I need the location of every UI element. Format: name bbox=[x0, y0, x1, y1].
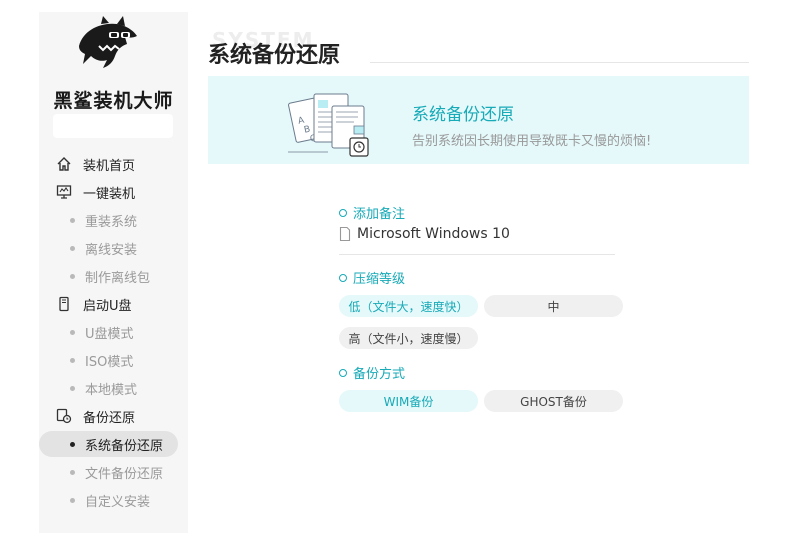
backup-restore-icon bbox=[56, 408, 72, 424]
section-heading-label: 备份方式 bbox=[353, 367, 406, 382]
circle-bullet-icon bbox=[339, 273, 347, 282]
documents-illustration-icon: A B C bbox=[288, 93, 369, 157]
divider bbox=[370, 62, 749, 63]
bullet-icon bbox=[70, 218, 75, 223]
circle-bullet-icon bbox=[339, 208, 347, 217]
app-window: 黑鲨装机大师 装机首页 一键装机 重装系统 离线安装 制作离线包 启动U盘 U盘… bbox=[0, 0, 800, 533]
bullet-icon bbox=[70, 386, 75, 391]
sidebar-item-label: 备份还原 bbox=[83, 410, 136, 426]
sidebar-item-usb-mode[interactable]: U盘模式 bbox=[39, 318, 188, 346]
sidebar-item-label: 重装系统 bbox=[85, 214, 138, 230]
sidebar-item-label: 本地模式 bbox=[85, 382, 138, 398]
bullet-icon bbox=[70, 358, 75, 363]
compression-option-medium[interactable]: 中 bbox=[484, 295, 623, 317]
sidebar-item-boot-usb[interactable]: 启动U盘 bbox=[39, 290, 188, 318]
compression-option-high[interactable]: 高（文件小，速度慢） bbox=[339, 327, 478, 349]
sidebar-item-label: 文件备份还原 bbox=[85, 466, 164, 482]
bullet-icon bbox=[70, 442, 75, 447]
sidebar-item-backup-restore[interactable]: 备份还原 bbox=[39, 402, 188, 430]
banner-title: 系统备份还原 bbox=[412, 105, 514, 125]
sidebar-item-make-offline-package[interactable]: 制作离线包 bbox=[39, 262, 188, 290]
sidebar-item-label: ISO模式 bbox=[85, 354, 134, 370]
sidebar-item-label: 制作离线包 bbox=[85, 270, 151, 286]
sidebar-item-label: 一键装机 bbox=[83, 186, 136, 202]
sidebar-item-iso-mode[interactable]: ISO模式 bbox=[39, 346, 188, 374]
sidebar-item-label: 启动U盘 bbox=[83, 298, 132, 314]
remark-heading: 添加备注 bbox=[339, 203, 405, 222]
bullet-icon bbox=[70, 498, 75, 503]
compression-option-low[interactable]: 低（文件大，速度快） bbox=[339, 295, 478, 317]
usb-drive-icon bbox=[59, 296, 69, 312]
sidebar-item-reinstall-system[interactable]: 重装系统 bbox=[39, 206, 188, 234]
sidebar-item-system-backup-restore[interactable]: 系统备份还原 bbox=[39, 430, 188, 458]
sidebar: 黑鲨装机大师 装机首页 一键装机 重装系统 离线安装 制作离线包 启动U盘 U盘… bbox=[39, 12, 188, 533]
page-title: 系统备份还原 bbox=[208, 43, 341, 68]
brand-subtitle-blank bbox=[53, 114, 173, 138]
circle-bullet-icon bbox=[339, 368, 347, 377]
sidebar-item-home[interactable]: 装机首页 bbox=[39, 150, 188, 178]
document-icon bbox=[339, 226, 351, 242]
remark-underline bbox=[339, 254, 615, 255]
shark-logo-icon bbox=[79, 16, 137, 69]
remark-value: Microsoft Windows 10 bbox=[357, 226, 510, 242]
banner: A B C 系统备份还原 告别系统因长期使用导致既卡又慢的烦恼! bbox=[208, 76, 749, 164]
sidebar-item-label: 装机首页 bbox=[83, 158, 136, 174]
brand-name: 黑鲨装机大师 bbox=[53, 90, 174, 112]
sidebar-item-label: U盘模式 bbox=[85, 326, 134, 342]
backup-method-ghost[interactable]: GHOST备份 bbox=[484, 390, 623, 412]
bullet-icon bbox=[70, 274, 75, 279]
backup-method-heading: 备份方式 bbox=[339, 363, 405, 382]
sidebar-item-label: 系统备份还原 bbox=[85, 438, 164, 454]
sidebar-item-offline-install[interactable]: 离线安装 bbox=[39, 234, 188, 262]
section-heading-label: 添加备注 bbox=[353, 207, 406, 222]
bullet-icon bbox=[70, 470, 75, 475]
sidebar-item-file-backup-restore[interactable]: 文件备份还原 bbox=[39, 458, 188, 486]
section-heading-label: 压缩等级 bbox=[353, 272, 406, 287]
bullet-icon bbox=[70, 246, 75, 251]
bullet-icon bbox=[70, 330, 75, 335]
backup-method-wim[interactable]: WIM备份 bbox=[339, 390, 478, 412]
home-icon bbox=[57, 157, 71, 171]
remark-field[interactable]: Microsoft Windows 10 bbox=[339, 226, 510, 242]
sidebar-item-one-click-install[interactable]: 一键装机 bbox=[39, 178, 188, 206]
sidebar-item-local-mode[interactable]: 本地模式 bbox=[39, 374, 188, 402]
monitor-icon bbox=[56, 185, 72, 199]
sidebar-item-label: 自定义安装 bbox=[85, 494, 151, 510]
compression-heading: 压缩等级 bbox=[339, 268, 405, 287]
sidebar-item-custom-install[interactable]: 自定义安装 bbox=[39, 486, 188, 514]
banner-subtitle: 告别系统因长期使用导致既卡又慢的烦恼! bbox=[412, 134, 652, 149]
sidebar-item-label: 离线安装 bbox=[85, 242, 138, 258]
